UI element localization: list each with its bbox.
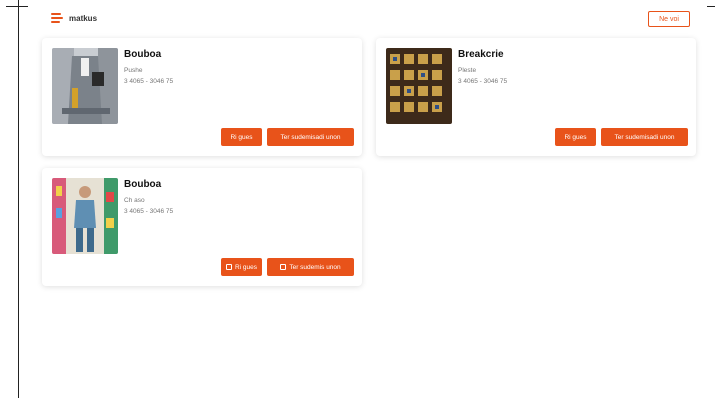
product-card: Bouboa Pushe 3 4065 - 3046 75 Ri gues Te… [42, 38, 362, 156]
card-secondary-button[interactable]: Ter sudemis unon [267, 258, 354, 276]
edit-icon [280, 264, 287, 270]
card-secondary-button[interactable]: Ter sudemisadi unon [601, 128, 688, 146]
crop-mark-left [6, 6, 28, 7]
card-detail: 3 4065 - 3046 75 [124, 208, 174, 215]
logo-icon[interactable] [50, 11, 64, 25]
frame-rule [18, 0, 19, 398]
card-secondary-label: Ter sudemisadi unon [614, 133, 675, 141]
card-subtitle: Pleste [458, 67, 477, 74]
card-secondary-label: Ter sudemisadi unon [280, 133, 341, 141]
product-image[interactable] [52, 48, 118, 124]
card-primary-label: Ri gues [230, 133, 253, 141]
product-image[interactable] [386, 48, 452, 124]
top-action-button[interactable]: Ne voi [648, 11, 690, 27]
product-image[interactable] [52, 178, 118, 254]
card-title: Breakcrie [458, 49, 504, 60]
card-title: Bouboa [124, 179, 162, 190]
card-primary-button[interactable]: Ri gues [221, 258, 262, 276]
product-card: Bouboa Ch aso 3 4065 - 3046 75 Ri gues T… [42, 168, 362, 286]
card-primary-button[interactable]: Ri gues [221, 128, 262, 146]
card-subtitle: Pushe [124, 67, 143, 74]
card-primary-button[interactable]: Ri gues [555, 128, 596, 146]
card-subtitle: Ch aso [124, 197, 145, 204]
header: matkus [50, 10, 97, 26]
brand-name: matkus [69, 13, 98, 23]
card-detail: 3 4065 - 3046 75 [458, 78, 508, 85]
card-primary-label: Ri gues [234, 263, 258, 271]
crop-mark-right [707, 6, 715, 7]
view-icon [225, 264, 232, 270]
product-card: Breakcrie Pleste 3 4065 - 3046 75 Ri gue… [376, 38, 696, 156]
card-detail: 3 4065 - 3046 75 [124, 78, 174, 85]
card-primary-label: Ri gues [564, 133, 587, 141]
card-secondary-button[interactable]: Ter sudemisadi unon [267, 128, 354, 146]
card-secondary-label: Ter sudemis unon [289, 263, 341, 271]
page: matkus Ne voi Bouboa Pushe 3 4065 - 3046… [0, 0, 715, 398]
card-title: Bouboa [124, 49, 162, 60]
